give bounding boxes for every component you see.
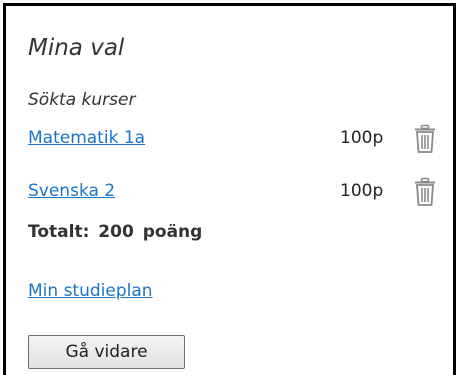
course-link-matematik-1a[interactable]: Matematik 1a: [28, 128, 145, 148]
total-points: Totalt: 200 poäng: [28, 222, 202, 242]
panel-title: Mina val: [28, 35, 125, 61]
total-label: Totalt:: [28, 222, 90, 242]
my-choices-panel: Mina val Sökta kurser Matematik 1a 100p …: [3, 3, 456, 375]
course-points: 100p: [340, 128, 384, 148]
trash-icon[interactable]: [413, 177, 437, 207]
continue-button[interactable]: Gå vidare: [28, 335, 185, 369]
course-row: Matematik 1a 100p: [28, 124, 448, 154]
total-unit: poäng: [142, 222, 203, 242]
selected-courses-heading: Sökta kurser: [28, 90, 136, 110]
course-points: 100p: [340, 181, 384, 201]
total-value: 200: [98, 222, 134, 242]
course-row: Svenska 2 100p: [28, 177, 448, 207]
study-plan-link[interactable]: Min studieplan: [28, 281, 153, 301]
trash-icon[interactable]: [413, 124, 437, 154]
course-link-svenska-2[interactable]: Svenska 2: [28, 181, 115, 201]
